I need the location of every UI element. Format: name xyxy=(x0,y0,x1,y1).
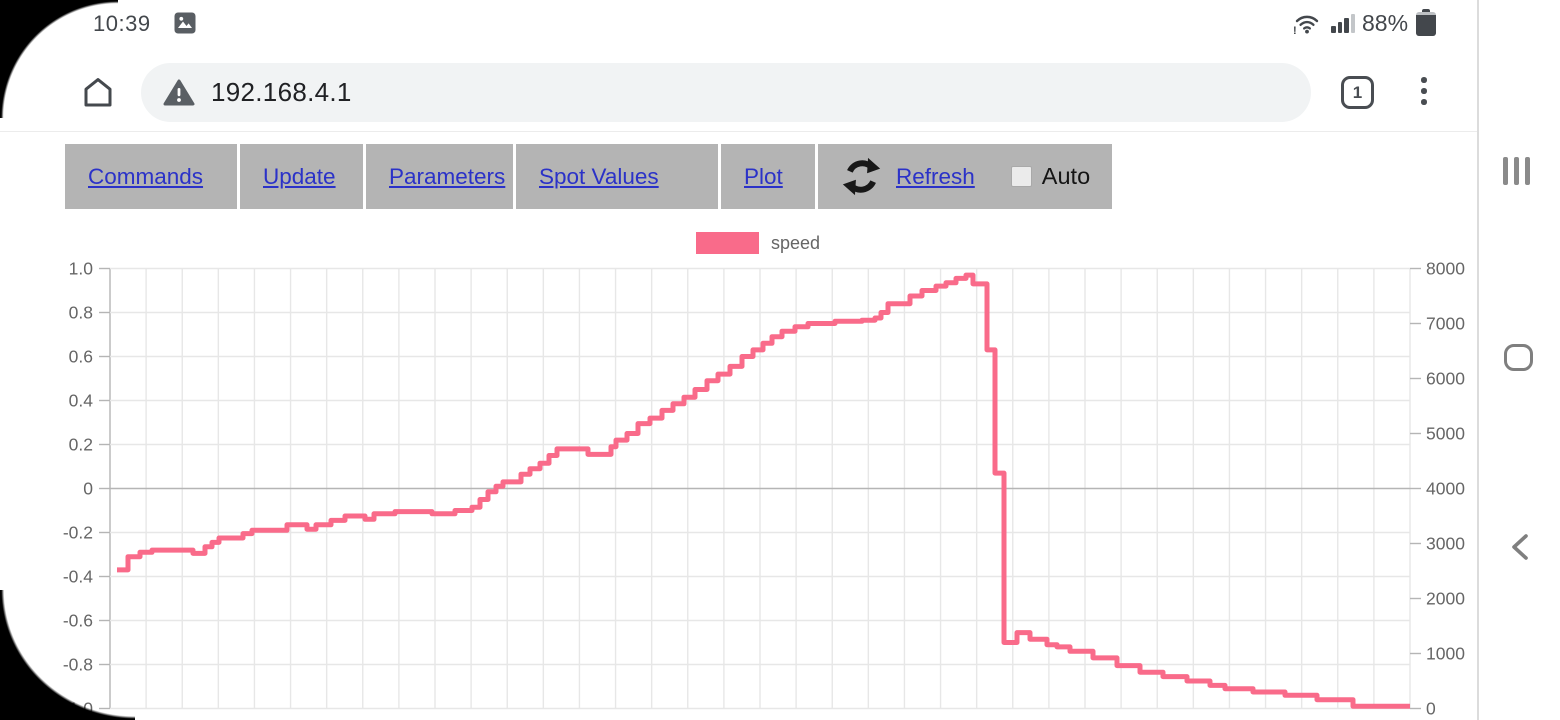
menu-item-commands[interactable]: Commands xyxy=(65,144,237,209)
menu-item-plot[interactable]: Plot xyxy=(721,144,815,209)
legend-label: speed xyxy=(771,233,820,254)
chart-legend[interactable]: speed xyxy=(696,232,820,254)
right-axis-tick-label: 1000 xyxy=(1426,644,1465,664)
right-axis-tick-label: 2000 xyxy=(1426,589,1465,609)
right-axis-tick-label: 8000 xyxy=(1426,259,1465,279)
legend-swatch xyxy=(696,232,759,254)
phone-screen: 10:39 ! 88% 192.168.4.1 1 xyxy=(0,0,1560,720)
plot-link[interactable]: Plot xyxy=(744,164,783,190)
right-axis-tick-label: 0 xyxy=(1426,699,1436,719)
spot-values-link[interactable]: Spot Values xyxy=(539,164,659,190)
left-axis-tick-label: 0 xyxy=(83,479,93,499)
right-axis-tick-label: 6000 xyxy=(1426,369,1465,389)
refresh-link[interactable]: Refresh xyxy=(896,164,975,190)
left-axis-tick-label: -1.0 xyxy=(63,699,93,719)
page-menu: Commands Update Parameters Spot Values P… xyxy=(65,144,1112,209)
refresh-icon[interactable] xyxy=(841,156,882,197)
menu-item-spot-values[interactable]: Spot Values xyxy=(516,144,718,209)
commands-link[interactable]: Commands xyxy=(88,164,203,190)
left-axis-tick-label: -0.4 xyxy=(63,567,93,587)
left-axis-tick-label: 0.4 xyxy=(69,391,94,411)
update-link[interactable]: Update xyxy=(263,164,336,190)
menu-item-refresh: Refresh Auto xyxy=(818,144,1112,209)
menu-item-update[interactable]: Update xyxy=(240,144,363,209)
speed-line-series xyxy=(117,275,1410,706)
left-axis-tick-label: -0.8 xyxy=(63,655,93,675)
speed-chart: 1.0 0.8 0.6 0.4 0.2 0 -0.2 -0.4 -0.6 -0.8 -1.0 8000… xyxy=(0,0,1560,720)
left-axis-tick-label: 0.8 xyxy=(69,303,93,323)
left-axis-tick-label: -0.6 xyxy=(63,611,93,631)
left-axis-tick-label: 1.0 xyxy=(69,259,94,279)
auto-checkbox[interactable] xyxy=(1011,166,1032,187)
left-axis-tick-label: 0.6 xyxy=(69,347,93,367)
right-axis-tick-label: 7000 xyxy=(1426,314,1465,334)
parameters-link[interactable]: Parameters xyxy=(389,164,505,190)
chart-grid: 1.0 0.8 0.6 0.4 0.2 0 -0.2 -0.4 -0.6 -0.8 -1.0 8000… xyxy=(63,259,1465,719)
auto-label: Auto xyxy=(1042,163,1090,190)
left-axis-tick-label: -0.2 xyxy=(63,523,93,543)
right-axis-tick-label: 4000 xyxy=(1426,479,1465,499)
right-axis-tick-label: 3000 xyxy=(1426,534,1465,554)
right-axis-tick-label: 5000 xyxy=(1426,424,1465,444)
menu-item-parameters[interactable]: Parameters xyxy=(366,144,513,209)
left-axis-tick-label: 0.2 xyxy=(69,435,93,455)
